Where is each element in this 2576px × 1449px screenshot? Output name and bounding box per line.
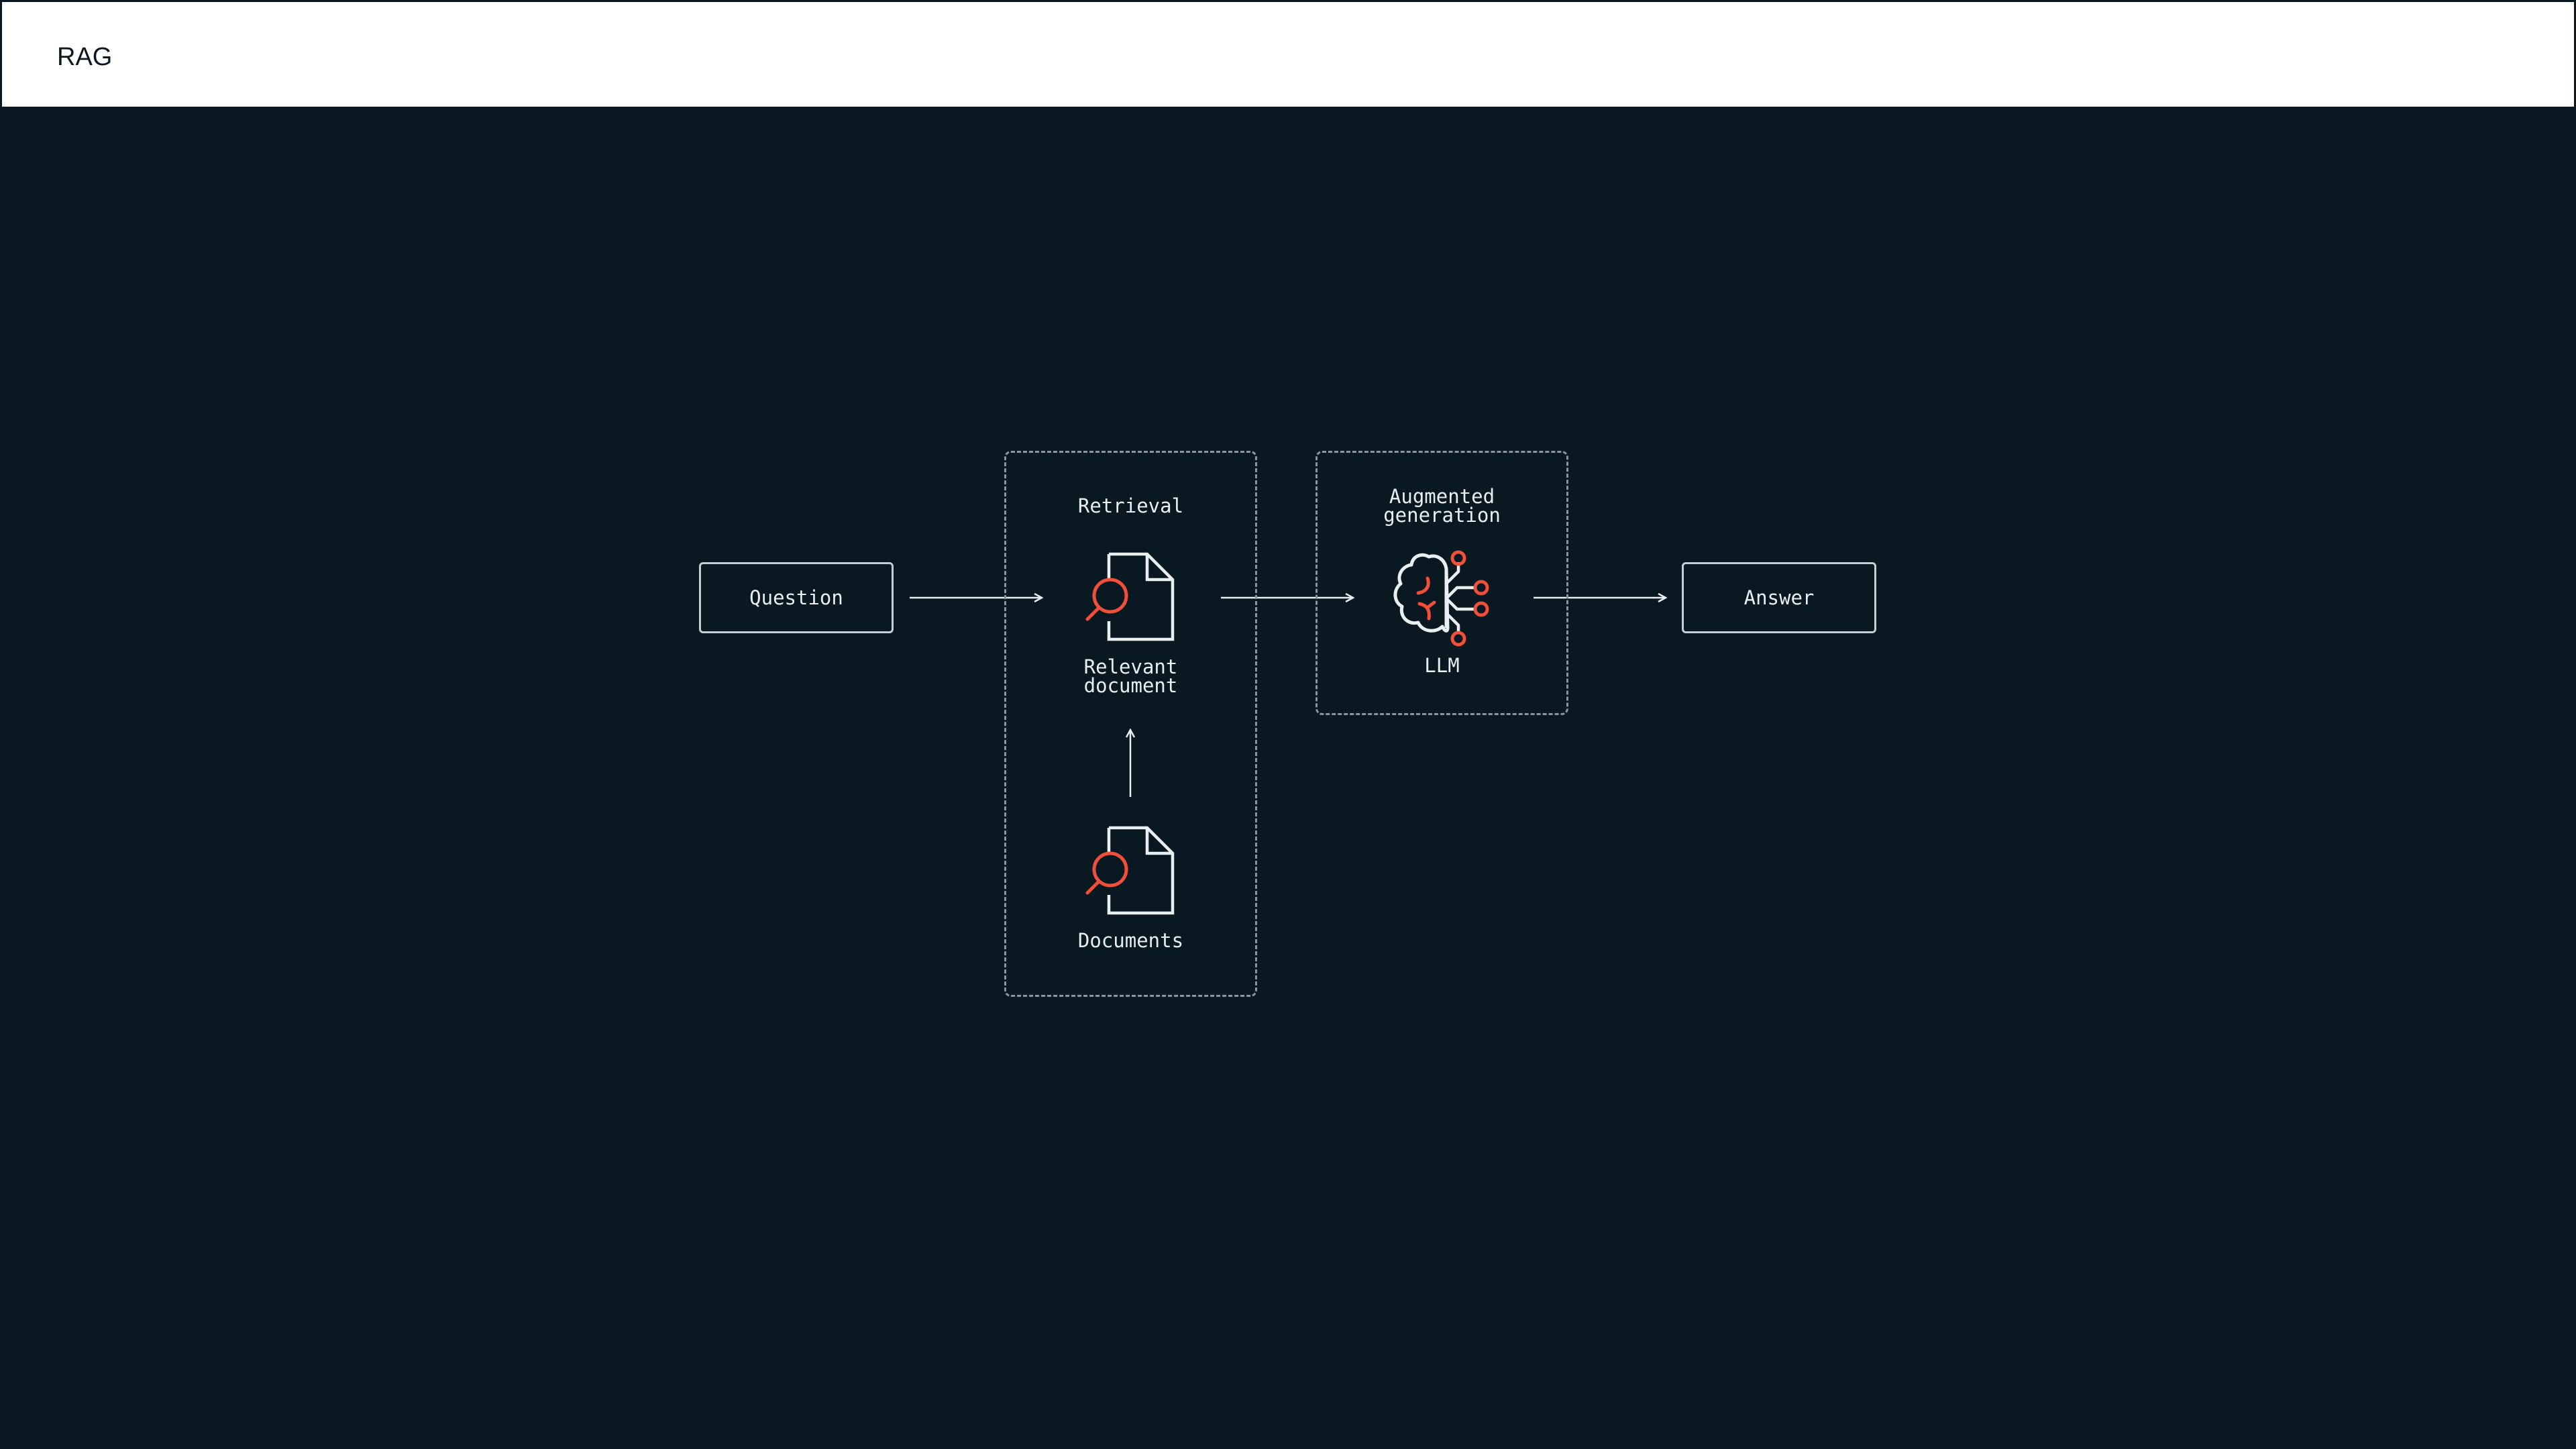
retrieval-title: Retrieval	[1077, 494, 1184, 517]
question-node: Question	[699, 562, 894, 633]
llm-label: LLM	[1424, 654, 1460, 677]
document-search-icon	[1085, 552, 1175, 641]
documents-label: Documents	[1077, 929, 1184, 952]
generation-title: Augmented generation	[1383, 485, 1501, 527]
answer-node: Answer	[1682, 562, 1876, 633]
relevant-document-label: Relevant document	[1083, 655, 1178, 697]
brain-network-icon	[1393, 550, 1489, 647]
connector-layer	[910, 0, 2576, 797]
answer-label: Answer	[1743, 586, 1815, 609]
question-label: Question	[749, 586, 843, 609]
document-search-icon	[1085, 826, 1175, 915]
